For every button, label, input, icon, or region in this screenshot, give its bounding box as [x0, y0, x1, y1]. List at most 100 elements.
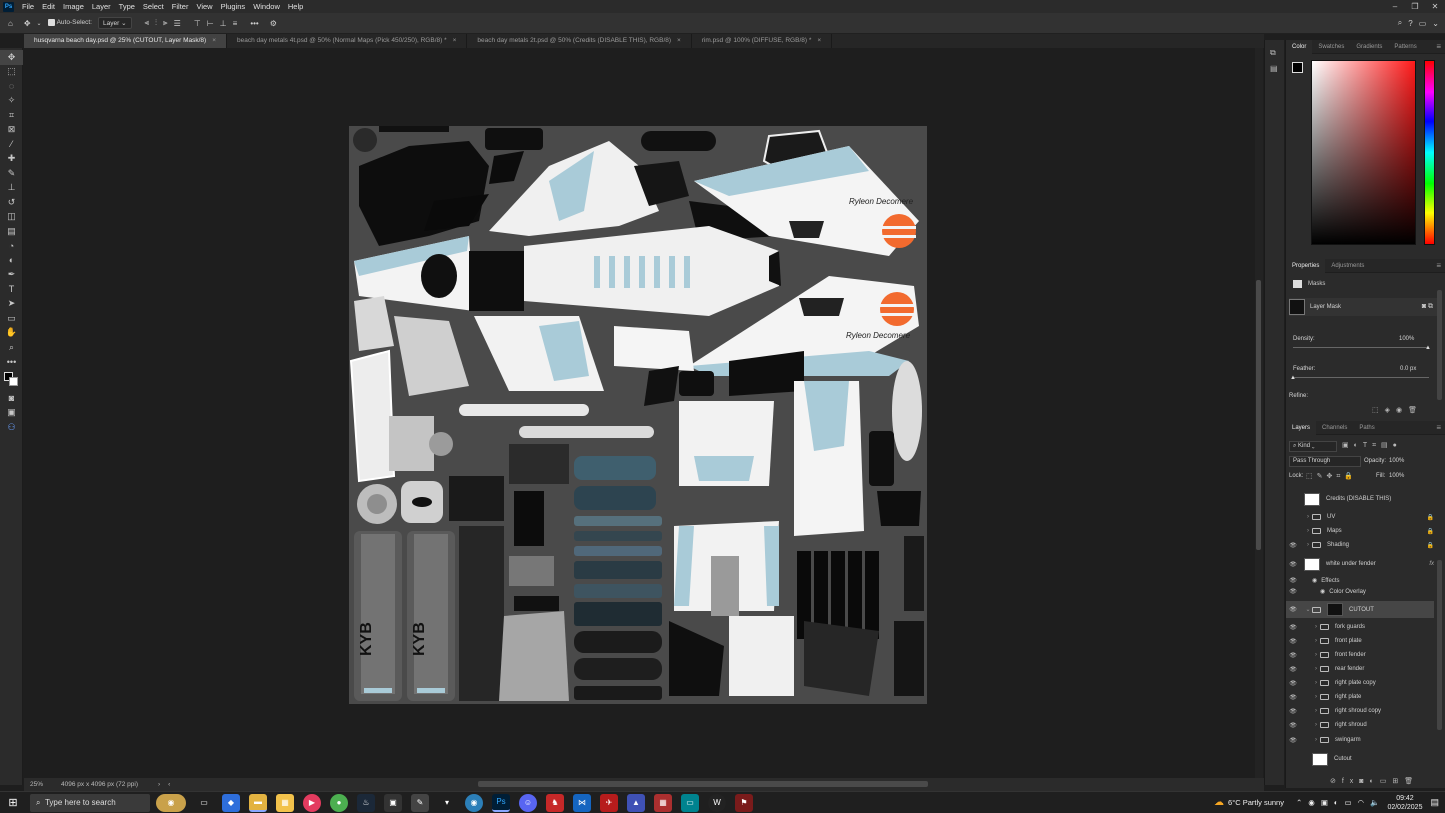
task-view-icon[interactable]: ▭ [195, 794, 213, 812]
visibility-eye-icon[interactable]: 👁 [1286, 680, 1300, 687]
lasso-tool-icon[interactable]: ◌ [0, 79, 23, 94]
layer-thumbnail[interactable] [1304, 492, 1320, 506]
app-icon[interactable]: ▣ [384, 793, 402, 812]
eraser-icon[interactable]: ◫ [0, 210, 23, 225]
menu-plugins[interactable]: Plugins [217, 0, 250, 13]
game-icon[interactable]: ♞ [546, 793, 564, 812]
app-icon[interactable]: ▾ [438, 794, 456, 812]
tab-channels[interactable]: Channels [1316, 421, 1353, 435]
close-icon[interactable]: ✕ [1425, 0, 1445, 13]
vertical-scroll-thumb[interactable] [1256, 280, 1261, 550]
tab-paths[interactable]: Paths [1353, 421, 1380, 435]
pen-tool-icon[interactable]: ✒ [0, 268, 23, 283]
properties-scrollbar[interactable] [1437, 290, 1442, 400]
blur-tool-icon[interactable]: ◔ [0, 239, 23, 254]
windows-start-icon[interactable]: ⊞ [0, 796, 26, 809]
tab-patterns[interactable]: Patterns [1388, 40, 1422, 54]
layer-row[interactable]: 👁 white under fender fx [1286, 556, 1434, 572]
dodge-tool-icon[interactable]: ◐ [0, 253, 23, 268]
volume-icon[interactable]: 🔈 [1370, 798, 1379, 807]
mask-actions-icon[interactable]: ⬚◈◉🗑 [1372, 406, 1423, 414]
layer-row[interactable]: 👁 › rear fender [1286, 662, 1434, 676]
app-icon[interactable]: ✈ [600, 793, 618, 812]
expand-arrow-icon[interactable]: › [1312, 666, 1320, 672]
panel-menu-icon[interactable]: ≡ [1436, 42, 1441, 51]
expand-arrow-icon[interactable]: › [1312, 708, 1320, 714]
layer-row[interactable]: 👁 › fork guards [1286, 620, 1434, 634]
expand-arrow-icon[interactable]: › [1304, 528, 1312, 534]
magic-wand-icon[interactable]: ✧ [0, 94, 23, 109]
horizontal-scroll-thumb[interactable] [478, 781, 928, 787]
visibility-eye-icon[interactable]: 👁 [1286, 561, 1300, 568]
expand-arrow-icon[interactable]: ⌄ [1304, 606, 1312, 613]
effect-eye-icon[interactable]: ◉ [1312, 577, 1317, 584]
minimize-icon[interactable]: – [1385, 0, 1405, 13]
auto-select-dropdown[interactable]: Layer ⌄ [98, 17, 132, 29]
slider-handle-icon[interactable]: ▲ [1290, 375, 1296, 381]
layer-row[interactable]: 👁 › front plate [1286, 634, 1434, 648]
media-player-icon[interactable]: ▶ [303, 793, 321, 812]
density-slider[interactable] [1293, 347, 1429, 348]
tool-preset-chevron-icon[interactable]: ⌄ [37, 20, 42, 27]
move-tool-icon[interactable]: ✥ [0, 50, 23, 65]
clock[interactable]: 09:42 02/02/2025 [1387, 794, 1422, 812]
align-left-icon[interactable]: ⫷ [145, 18, 150, 28]
menu-edit[interactable]: Edit [38, 0, 59, 13]
close-icon[interactable]: × [453, 37, 457, 44]
photoshop-taskbar-icon[interactable]: Ps [492, 793, 510, 812]
visibility-eye-icon[interactable]: 👁 [1286, 606, 1300, 613]
feather-slider[interactable] [1293, 377, 1429, 378]
app-icon[interactable]: ⚑ [735, 793, 753, 812]
tab-doc-3[interactable]: beach day metals 2t.psd @ 50% (Credits (… [467, 34, 692, 48]
menu-filter[interactable]: Filter [168, 0, 193, 13]
visibility-eye-icon[interactable]: 👁 [1286, 737, 1300, 744]
file-explorer-icon[interactable]: ▬ [249, 793, 267, 812]
align-center-icon[interactable]: ⫶ [155, 18, 157, 28]
hand-tool-icon[interactable]: ✋ [0, 326, 23, 341]
tab-layers[interactable]: Layers [1286, 420, 1317, 435]
layer-row[interactable]: 👁 › right plate [1286, 690, 1434, 704]
menu-image[interactable]: Image [59, 0, 88, 13]
path-selection-icon[interactable]: ➤ [0, 297, 23, 312]
distribute-icon[interactable]: ☰ [174, 19, 181, 28]
layer-row[interactable]: 👁 ◉ Effects [1286, 575, 1434, 586]
auto-select-checkbox[interactable]: Auto-Select: [47, 19, 92, 27]
visibility-eye-icon[interactable]: 👁 [1286, 638, 1300, 645]
distribute-vertical-icon[interactable]: ≡ [233, 19, 238, 28]
color-picker-field[interactable] [1311, 60, 1416, 245]
store-icon[interactable]: ▦ [276, 793, 294, 812]
layer-row[interactable]: 👁 › front fender [1286, 648, 1434, 662]
scroll-left-icon[interactable]: ‹ [168, 781, 170, 788]
layer-row[interactable]: 👁 ⌄ CUTOUT [1286, 601, 1434, 618]
more-tools-icon[interactable]: ••• [0, 355, 23, 370]
chrome-icon[interactable]: ● [330, 793, 348, 812]
healing-brush-icon[interactable]: ✚ [0, 152, 23, 167]
rectangle-tool-icon[interactable]: ▭ [0, 311, 23, 326]
visibility-eye-icon[interactable]: 👁 [1286, 694, 1300, 701]
close-icon[interactable]: × [212, 37, 216, 44]
lock-icons[interactable]: ⬚✎✥⌗🔒 [1306, 472, 1357, 481]
history-brush-icon[interactable]: ↺ [0, 195, 23, 210]
comments-icon[interactable]: ▤ [1270, 64, 1284, 73]
expand-arrow-icon[interactable]: › [1312, 694, 1320, 700]
menu-window[interactable]: Window [249, 0, 284, 13]
app-icon[interactable]: ▭ [681, 793, 699, 812]
tab-doc-1[interactable]: husqvarna beach day.psd @ 25% (CUTOUT, L… [24, 34, 227, 48]
visibility-eye-icon[interactable]: 👁 [1286, 624, 1300, 631]
opacity-value[interactable]: 100% [1389, 458, 1404, 464]
align-middle-icon[interactable]: ⊢ [207, 19, 214, 28]
app-icon[interactable]: ◉ [465, 793, 483, 812]
layer-row[interactable]: Cutout [1286, 751, 1434, 767]
crop-tool-icon[interactable]: ⌗ [0, 108, 23, 123]
gradient-tool-icon[interactable]: ▤ [0, 224, 23, 239]
app-icon[interactable]: ▦ [654, 793, 672, 812]
workspace-icon[interactable]: ▭ [1419, 19, 1427, 28]
type-tool-icon[interactable]: T [0, 282, 23, 297]
tab-gradients[interactable]: Gradients [1350, 40, 1388, 54]
layer-mask-thumbnail[interactable] [1327, 603, 1343, 616]
tab-doc-4[interactable]: rim.psd @ 100% (DIFFUSE, RGB/8) * × [692, 34, 833, 48]
blend-mode-dropdown[interactable]: Pass Through [1289, 456, 1361, 467]
filter-icons[interactable]: ▣◐T⌗▤● [1342, 441, 1402, 450]
menu-type[interactable]: Type [115, 0, 139, 13]
weather-icon[interactable]: ☁ [1214, 797, 1224, 808]
